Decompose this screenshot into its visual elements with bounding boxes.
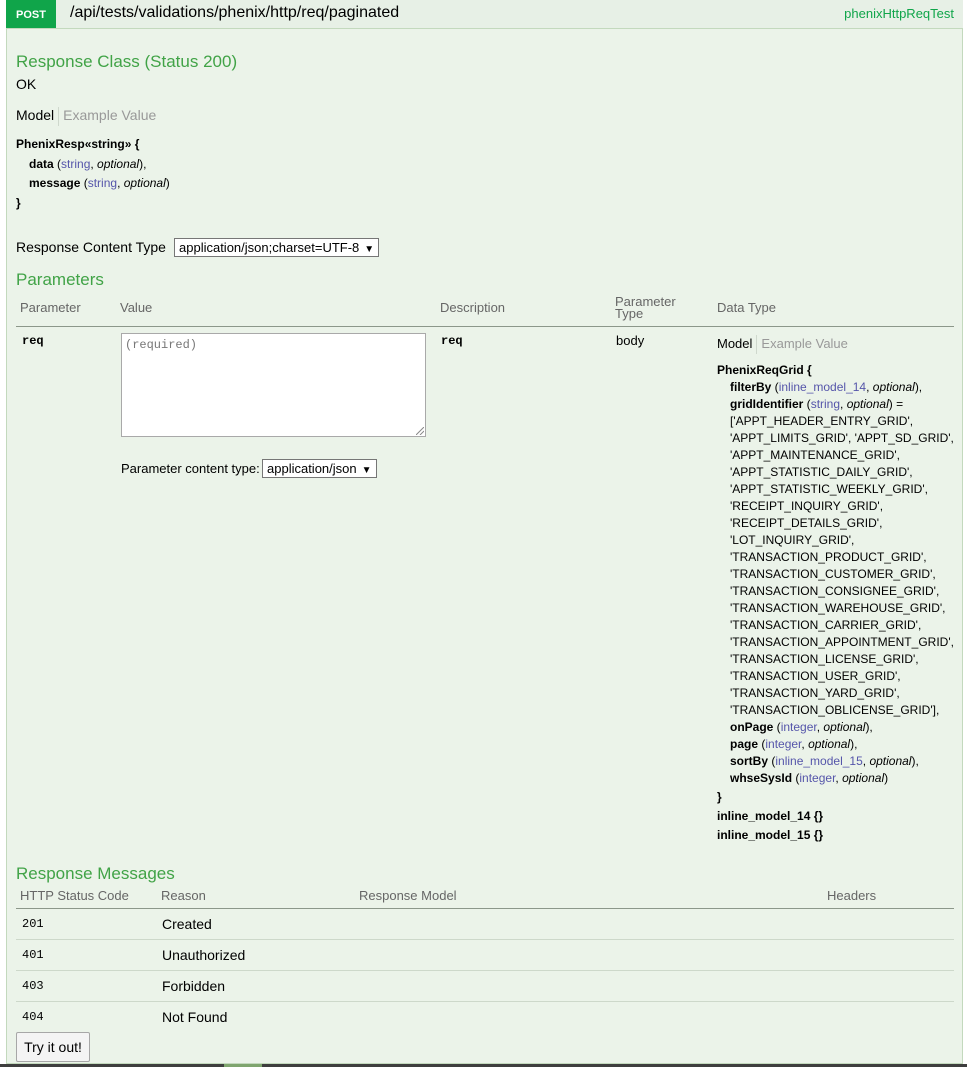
enum-value-line: 'APPT_MAINTENANCE_GRID', (730, 448, 900, 462)
grid-identifier-enum: ['APPT_HEADER_ENTRY_GRID', 'APPT_LIMITS_G… (717, 413, 954, 719)
col-header-parameter-type: Parameter Type (615, 294, 676, 321)
tab-separator (58, 107, 60, 126)
enum-value-line: 'TRANSACTION_CUSTOMER_GRID', (730, 567, 936, 581)
response-content-type-select[interactable]: application/json;charset=UTF-8 ▼ (174, 238, 380, 257)
endpoint-tag-link[interactable]: phenixHttpReqTest (844, 6, 954, 21)
model-field: message (string, optional) (29, 176, 170, 190)
enum-value-line: 'TRANSACTION_CONSIGNEE_GRID', (730, 584, 940, 598)
enum-value-line: 'TRANSACTION_LICENSE_GRID', (730, 652, 919, 666)
response-code: 403 (22, 979, 44, 993)
response-class-title: Response Class (Status 200) (16, 52, 238, 71)
model-close: } (717, 790, 722, 804)
col-header-response-model: Response Model (359, 888, 457, 903)
enum-value-line: 'TRANSACTION_PRODUCT_GRID', (730, 550, 927, 564)
row-divider (16, 1001, 954, 1002)
model-field: data (string, optional), (29, 156, 147, 171)
param-model-tabs: Model Example Value (717, 335, 848, 354)
parameters-title: Parameters (16, 270, 104, 289)
response-code: 201 (22, 917, 44, 931)
inline-model-15: inline_model_15 {} (717, 828, 824, 842)
col-header-description: Description (440, 300, 506, 315)
tab-model[interactable]: Model (16, 107, 54, 123)
col-header-data-type: Data Type (717, 300, 777, 315)
resize-handle-icon[interactable] (416, 427, 424, 435)
model-field: whseSysId (integer, optional) (730, 771, 889, 785)
param-description: req (441, 334, 463, 348)
enum-value-line: 'TRANSACTION_APPOINTMENT_GRID', (730, 635, 954, 649)
tab-example-value[interactable]: Example Value (63, 107, 156, 123)
tab-example-value[interactable]: Example Value (761, 336, 847, 351)
response-status-text: OK (16, 76, 37, 92)
row-divider (16, 939, 954, 940)
inline-model-14: inline_model_14 {} (717, 809, 824, 823)
enum-value-line: 'TRANSACTION_CARRIER_GRID', (730, 618, 922, 632)
tab-model[interactable]: Model (717, 336, 752, 351)
model-field: filterBy (inline_model_14, optional), (730, 380, 923, 394)
http-method-badge[interactable]: POST (6, 0, 56, 28)
endpoint-path[interactable]: /api/tests/validations/phenix/http/req/p… (70, 4, 399, 22)
enum-value-line: 'RECEIPT_DETAILS_GRID', (730, 516, 883, 530)
response-model-tabs: Model Example Value (16, 107, 156, 126)
enum-value-line: 'RECEIPT_INQUIRY_GRID', (730, 499, 884, 513)
response-reason: Forbidden (162, 978, 226, 994)
table-header-divider (16, 326, 954, 327)
enum-value-line: 'TRANSACTION_WAREHOUSE_GRID', (730, 601, 946, 615)
model-field: page (integer, optional), (730, 737, 858, 751)
param-name: req (22, 334, 44, 348)
model-header: PhenixReqGrid { (717, 363, 812, 377)
param-type: body (616, 333, 645, 348)
dropdown-arrow-icon: ▼ (364, 244, 375, 255)
response-content-type-label: Response Content Type (16, 239, 166, 255)
model-header: PhenixResp«string» { (16, 137, 140, 151)
response-reason: Unauthorized (162, 947, 246, 963)
enum-value-line: 'TRANSACTION_YARD_GRID', (730, 686, 900, 700)
response-code: 401 (22, 948, 44, 962)
col-header-headers: Headers (827, 888, 877, 903)
table-header-divider (16, 908, 954, 909)
tab-separator (756, 335, 758, 354)
enum-value-line: ['APPT_HEADER_ENTRY_GRID', (730, 414, 914, 428)
model-field: sortBy (inline_model_15, optional), (730, 754, 919, 768)
enum-value-line: 'TRANSACTION_OBLICENSE_GRID'], (730, 703, 940, 717)
param-value-placeholder: (required) (125, 338, 198, 352)
enum-value-line: 'LOT_INQUIRY_GRID', (730, 533, 855, 547)
response-reason: Created (162, 916, 212, 932)
response-messages-title: Response Messages (16, 864, 175, 883)
enum-value-line: 'APPT_LIMITS_GRID', 'APPT_SD_GRID', (730, 431, 954, 445)
col-header-parameter: Parameter (20, 300, 81, 315)
param-content-type-label: Parameter content type: (121, 461, 260, 476)
response-model-signature: PhenixResp«string» { data (string, optio… (16, 135, 170, 213)
enum-value-line: 'TRANSACTION_USER_GRID', (730, 669, 901, 683)
col-header-value: Value (120, 300, 153, 315)
param-value-textarea[interactable]: (required) (121, 333, 426, 437)
dropdown-arrow-icon: ▼ (361, 465, 372, 476)
param-model-signature: PhenixReqGrid { filterBy (inline_model_1… (717, 362, 954, 844)
model-field: gridIdentifier (string, optional) = (730, 397, 904, 411)
model-close: } (16, 195, 21, 210)
enum-value-line: 'APPT_STATISTIC_WEEKLY_GRID', (730, 482, 928, 496)
response-code: 404 (22, 1010, 44, 1024)
response-reason: Not Found (162, 1009, 228, 1025)
param-content-type-select[interactable]: application/json ▼ (262, 459, 377, 478)
try-it-out-button[interactable]: Try it out! (16, 1032, 90, 1062)
model-field: onPage (integer, optional), (730, 720, 873, 734)
row-divider (16, 970, 954, 971)
col-header-reason: Reason (161, 888, 206, 903)
enum-value-line: 'APPT_STATISTIC_DAILY_GRID', (730, 465, 913, 479)
col-header-http-status-code: HTTP Status Code (20, 888, 129, 903)
